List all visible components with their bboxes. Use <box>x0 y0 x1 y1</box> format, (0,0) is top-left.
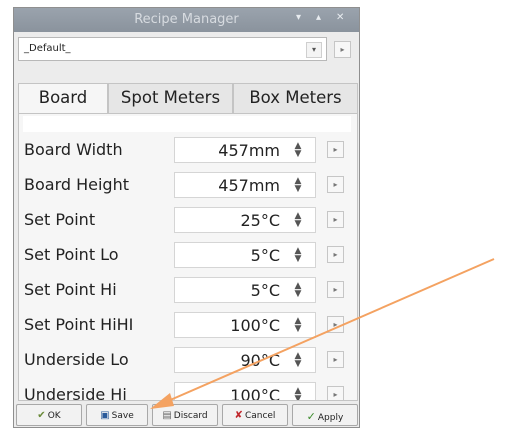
annotation-arrow <box>150 258 495 409</box>
annotation-arrow-head <box>150 393 174 409</box>
annotation-arrow-line <box>167 258 495 402</box>
